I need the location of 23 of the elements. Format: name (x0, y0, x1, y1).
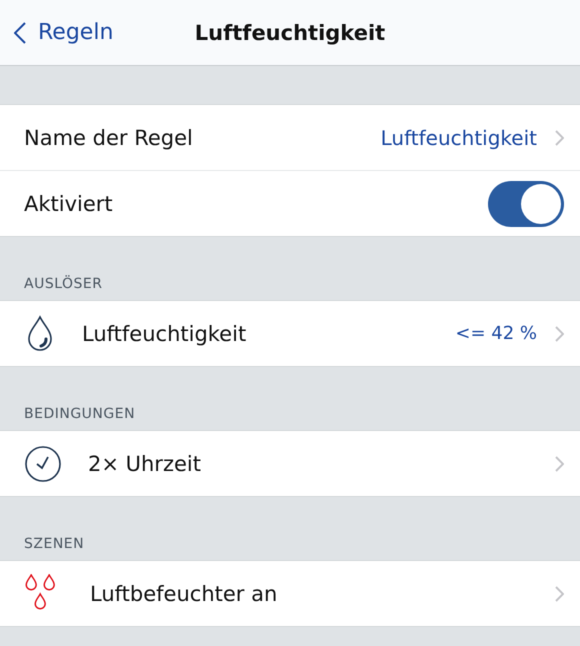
section-header: BEDINGUNGEN (24, 406, 136, 422)
chevron-icon (555, 130, 564, 146)
row-label: Aktiviert (24, 192, 114, 216)
chevron-icon (555, 456, 564, 472)
row-label: Luftfeuchtigkeit (82, 322, 248, 346)
screen-title: Luftfeuchtigkeit (194, 20, 386, 44)
section-header: AUSLÖSER (24, 276, 102, 292)
back-button[interactable]: Regeln (0, 20, 114, 45)
row-label: Luftbefeuchter an (90, 582, 278, 606)
chevron-icon (555, 586, 564, 602)
chevron-icon (555, 326, 564, 342)
back-chevron-icon (14, 22, 26, 44)
row-label: Name der Regel (24, 126, 194, 150)
list-row[interactable]: Luftbefeuchter an (0, 561, 580, 626)
row-label: 2× Uhrzeit (88, 452, 202, 476)
row-value: <= 42 % (455, 323, 537, 344)
settings-row[interactable]: Name der Regel Luftfeuchtigkeit (0, 105, 580, 170)
list-row[interactable]: 2× Uhrzeit (0, 431, 580, 496)
list-row[interactable]: Luftfeuchtigkeit <= 42 % (0, 301, 580, 366)
section-header: SZENEN (24, 536, 84, 552)
row-value: Luftfeuchtigkeit (380, 126, 537, 150)
clock-icon (24, 444, 62, 482)
toggle-switch[interactable] (488, 180, 564, 226)
